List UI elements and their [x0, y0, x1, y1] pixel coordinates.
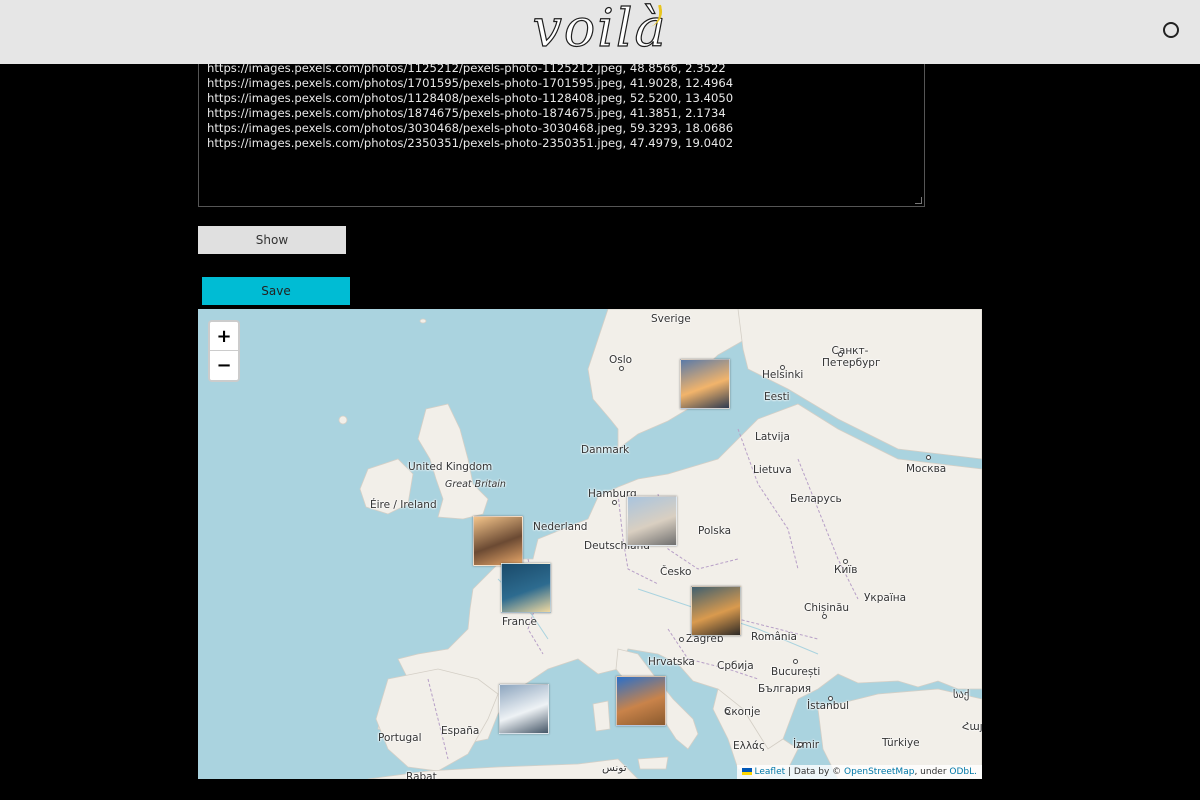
attribution-data-by: | Data by © [785, 767, 845, 777]
label-turkiye: Türkiye [882, 737, 920, 749]
photo-marker-rome[interactable] [616, 676, 666, 726]
openstreetmap-link[interactable]: OpenStreetMap [844, 767, 914, 777]
label-portugal: Portugal [378, 732, 422, 744]
photo-marker-paris[interactable] [501, 563, 551, 613]
textarea-line: https://images.pexels.com/photos/2350351… [207, 135, 734, 150]
odbl-link[interactable]: ODbL. [949, 767, 977, 777]
label-sverige: Sverige [651, 313, 691, 325]
photo-marker-stockholm[interactable] [680, 359, 730, 409]
photo-marker-barcelona[interactable] [499, 684, 549, 734]
label-danmark: Danmark [581, 444, 630, 456]
label-georgia: საქ [953, 689, 970, 701]
attribution-under: , under [914, 767, 950, 777]
label-armenia: Հայ [962, 721, 982, 733]
label-ellas: Ελλάς [733, 740, 766, 752]
label-cesko: Česko [660, 566, 692, 578]
label-kyiv: Київ [834, 564, 858, 576]
save-button[interactable]: Save [202, 277, 350, 305]
leaflet-link[interactable]: Leaflet [755, 767, 786, 777]
zoom-out-button[interactable]: − [210, 351, 238, 380]
label-helsinki: Helsinki [762, 369, 804, 381]
textarea-line: https://images.pexels.com/photos/1874675… [207, 105, 726, 120]
label-lietuva: Lietuva [753, 464, 792, 476]
label-chisinau: Chișinău [804, 602, 850, 614]
label-eesti: Eesti [764, 391, 790, 403]
textarea-line: https://images.pexels.com/photos/1701595… [207, 75, 734, 90]
photo-list-textarea[interactable]: https://images.pexels.com/photos/1125212… [198, 44, 925, 207]
label-balgaria: България [758, 683, 812, 695]
zoom-in-button[interactable]: + [210, 322, 238, 351]
label-srbija: Србија [717, 660, 754, 672]
label-tunis: تونس [602, 762, 627, 774]
label-saint-petersburg: Санкт-Петербург [822, 345, 881, 369]
photo-marker-budapest[interactable] [691, 586, 741, 636]
photo-marker-london[interactable] [473, 516, 523, 566]
label-romania: România [751, 631, 797, 643]
label-polska: Polska [698, 525, 732, 537]
label-espana: España [441, 725, 480, 737]
label-uk: United Kingdom [408, 461, 493, 473]
map-attribution: Leaflet | Data by © OpenStreetMap, under… [736, 765, 982, 779]
label-latvija: Latvija [755, 431, 790, 443]
label-ukraina: Україна [864, 592, 907, 604]
city-dot-istanbul [828, 696, 833, 701]
zoom-control: + − [208, 320, 240, 382]
label-bucuresti: București [771, 666, 821, 678]
city-dot-zagreb [679, 637, 684, 642]
label-rabat: Rabat [406, 771, 437, 779]
label-istanbul: İstanbul [807, 700, 850, 712]
show-button[interactable]: Show [198, 226, 346, 254]
city-dot-bucuresti [793, 659, 798, 664]
label-great-britain: Great Britain [445, 479, 506, 490]
textarea-line: https://images.pexels.com/photos/1128408… [207, 90, 734, 105]
label-hrvatska: Hrvatska [648, 656, 695, 668]
city-dot-chisinau [822, 614, 827, 619]
city-dot-skopje [725, 709, 730, 714]
label-eire: Éire / Ireland [370, 499, 437, 511]
photo-marker-berlin[interactable] [627, 496, 677, 546]
city-dot-moskva [926, 455, 931, 460]
label-nederland: Nederland [533, 521, 588, 533]
kernel-status-circle-icon [1163, 22, 1179, 38]
ukraine-flag-icon [741, 768, 752, 775]
label-belarus: Беларусь [790, 493, 842, 505]
app-header: voilà [0, 0, 1200, 64]
label-france: France [502, 616, 537, 628]
city-dot-oslo [619, 366, 624, 371]
city-dot-helsinki [780, 365, 785, 370]
label-moskva: Москва [906, 463, 947, 475]
city-dot-izmir [798, 742, 803, 747]
city-dot-kyiv [843, 559, 848, 564]
leaflet-map[interactable]: Sverige Oslo Helsinki Санкт-Петербург Ee… [198, 309, 982, 779]
city-dot-spb [838, 352, 843, 357]
city-dot-hamburg [612, 500, 617, 505]
label-izmir: İzmir [793, 739, 820, 751]
label-oslo: Oslo [609, 354, 633, 366]
textarea-resize-handle[interactable] [915, 197, 922, 204]
textarea-line: https://images.pexels.com/photos/3030468… [207, 120, 734, 135]
